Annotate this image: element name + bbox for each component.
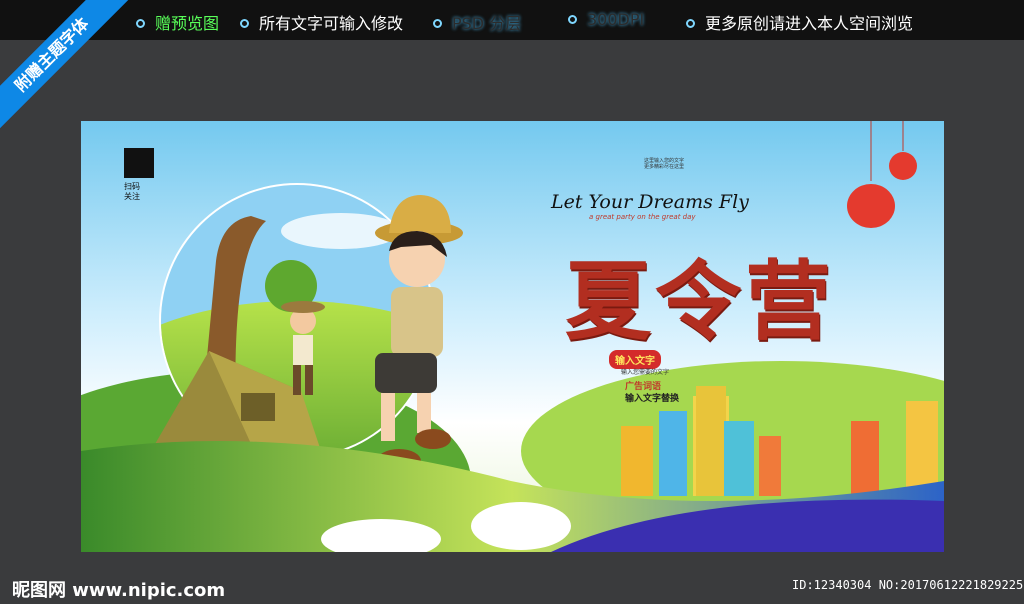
qr-caption: 扫码 关注 xyxy=(124,182,140,201)
cloud xyxy=(471,502,571,550)
watermark-site: 昵图网 www.nipic.com xyxy=(12,580,226,601)
girl-hat xyxy=(389,195,451,233)
girl-shorts xyxy=(375,353,437,393)
circle-icon xyxy=(568,15,577,24)
building xyxy=(851,421,879,496)
slogan: Let Your Dreams Fly xyxy=(551,191,749,213)
building xyxy=(759,436,781,496)
poster-title: 夏令营 xyxy=(565,251,835,352)
watermark-id: ID:12340304 NO:20170612221829225032 xyxy=(792,578,1024,592)
poster: 扫码 关注 这里输入您的文字 更多精彩尽在这里 Let Your Dreams … xyxy=(81,121,944,552)
ad-small-text: 输入您需要的文字 xyxy=(621,369,670,376)
topbar-item-more: 更多原创请进入本人空间浏览 xyxy=(686,10,913,34)
boy-leg xyxy=(305,365,313,395)
lantern-icon xyxy=(889,152,917,180)
topbar-item-editable: 所有文字可输入修改 xyxy=(240,10,403,34)
slogan-subtitle: a great party on the great day xyxy=(589,213,696,221)
tiny-text: 这里输入您的文字 更多精彩尽在这里 xyxy=(644,158,685,170)
boy-body xyxy=(293,335,313,365)
girl-boot xyxy=(415,429,451,449)
girl-shirt xyxy=(391,287,443,357)
building xyxy=(621,426,653,496)
girl-leg xyxy=(417,393,431,433)
topbar-item-dpi: 300DPI xyxy=(568,10,644,29)
qr-code xyxy=(124,148,154,178)
tent-window xyxy=(241,393,275,421)
building xyxy=(724,421,754,496)
circle-icon xyxy=(240,19,249,28)
circle-icon xyxy=(686,19,695,28)
ad-line: 输入文字替换 xyxy=(625,394,680,404)
boy-leg xyxy=(293,365,301,395)
building xyxy=(696,386,726,496)
building xyxy=(659,411,687,496)
lantern-icon xyxy=(847,184,895,228)
boy-hat xyxy=(281,301,325,313)
topbar-item-psd: PSD 分层 xyxy=(433,10,521,34)
building xyxy=(906,401,938,496)
girl-leg xyxy=(381,393,395,441)
ribbon-label: 附赠主题字体 xyxy=(0,0,134,137)
circle-icon xyxy=(433,19,442,28)
